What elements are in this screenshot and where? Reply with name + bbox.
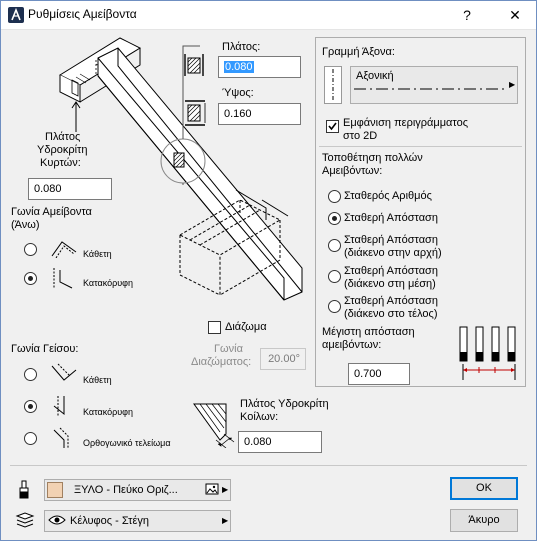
placement-gap-start-label-1: Σταθερή Απόσταση bbox=[344, 234, 438, 246]
material-name: ΞΥΛΟ - Πεύκο Οριζ... bbox=[74, 484, 178, 496]
width-input[interactable]: 0.080 bbox=[218, 56, 301, 78]
angle-vertical-label: Κατακόρυφη bbox=[83, 278, 134, 288]
valley-width-icon bbox=[193, 403, 235, 448]
chevron-right-icon: ▶ bbox=[509, 80, 516, 89]
panel-divider bbox=[319, 146, 522, 147]
angle-vertical-radio[interactable] bbox=[24, 272, 37, 285]
app-icon bbox=[8, 7, 24, 23]
axis-line-name: Αξονική bbox=[356, 70, 394, 82]
show-outline-checkbox[interactable] bbox=[326, 120, 339, 133]
help-button[interactable]: ? bbox=[446, 0, 488, 30]
placement-fixed-number-label: Σταθερός Αριθμός bbox=[344, 190, 432, 202]
placement-gap-end-label-2: (διάκενο στο τέλος) bbox=[344, 308, 438, 320]
placement-fixed-distance-radio[interactable] bbox=[328, 212, 341, 225]
width-label: Πλάτος: bbox=[222, 41, 261, 53]
chevron-right-icon: ▶ bbox=[222, 485, 229, 494]
gap-angle-input[interactable]: 20.00° bbox=[260, 348, 306, 370]
layer-name: Κέλυφος - Στέγη bbox=[70, 515, 149, 527]
rafter-spacing-icon bbox=[459, 326, 516, 380]
valley-width-label-1: Πλάτος Υδροκρίτη bbox=[240, 398, 329, 410]
paint-brush-icon bbox=[19, 480, 29, 499]
eave-square-label: Ορθογωνικό τελείωμα bbox=[83, 438, 171, 448]
cancel-button[interactable]: Άκυρο bbox=[450, 509, 518, 532]
placement-gap-middle-label-1: Σταθερή Απόσταση bbox=[344, 265, 438, 277]
width-icon bbox=[184, 54, 204, 76]
eave-vertical-icon bbox=[53, 396, 65, 416]
placement-gap-start-radio[interactable] bbox=[328, 239, 341, 252]
rafter-angle-title-2: (Άνω) bbox=[11, 219, 40, 231]
window-title: Ρυθμίσεις Αμείβοντα bbox=[28, 7, 137, 21]
vertical-angle-icon bbox=[53, 268, 73, 289]
eave-square-icon bbox=[53, 427, 69, 448]
placement-gap-end-radio[interactable] bbox=[328, 300, 341, 313]
curtain-width-input[interactable]: 0.080 bbox=[28, 178, 112, 200]
layers-icon bbox=[15, 512, 35, 528]
eave-square-radio[interactable] bbox=[24, 432, 37, 445]
axis-line-preview bbox=[354, 88, 506, 90]
curtain-width-label-1: Πλάτος bbox=[45, 131, 81, 143]
height-icon bbox=[185, 100, 206, 126]
gap-checkbox[interactable] bbox=[208, 321, 221, 334]
axis-line-title: Γραμμή Άξονα: bbox=[322, 46, 395, 58]
placement-title-1: Τοποθέτηση πολλών bbox=[322, 152, 423, 164]
eave-perpendicular-radio[interactable] bbox=[24, 368, 37, 381]
placement-gap-middle-label-2: (διάκενο στη μέση) bbox=[344, 278, 436, 290]
max-distance-input[interactable]: 0.700 bbox=[348, 363, 410, 385]
close-button[interactable]: ✕ bbox=[494, 0, 536, 30]
eave-vertical-label: Κατακόρυφη bbox=[83, 407, 134, 417]
rafter-angle-title-1: Γωνία Αμείβοντα bbox=[11, 206, 92, 218]
gap-label: Διάζωμα bbox=[225, 321, 267, 333]
chevron-right-icon: ▶ bbox=[222, 516, 229, 525]
material-swatch bbox=[47, 482, 63, 498]
eave-vertical-radio[interactable] bbox=[24, 400, 37, 413]
ok-button[interactable]: OK bbox=[450, 477, 518, 500]
valley-width-label-2: Κοίλων: bbox=[240, 411, 279, 423]
show-outline-label-2: στο 2D bbox=[343, 130, 378, 142]
width-value: 0.080 bbox=[224, 61, 254, 73]
angle-perpendicular-label: Κάθετη bbox=[83, 249, 112, 259]
valley-width-input[interactable]: 0.080 bbox=[238, 431, 322, 453]
axis-line-icon bbox=[324, 66, 342, 104]
gap-angle-label-2: Διαζώματος: bbox=[191, 356, 252, 368]
placement-fixed-number-radio[interactable] bbox=[328, 190, 341, 203]
material-image-icon bbox=[205, 483, 219, 495]
perpendicular-angle-icon bbox=[51, 241, 77, 258]
placement-gap-end-label-1: Σταθερή Απόσταση bbox=[344, 295, 438, 307]
placement-fixed-distance-label: Σταθερή Απόσταση bbox=[344, 212, 438, 224]
height-input[interactable]: 0.160 bbox=[218, 103, 301, 125]
curtain-width-label-3: Κυρτών: bbox=[40, 157, 81, 169]
placement-gap-start-label-2: (διάκενο στην αρχή) bbox=[344, 247, 442, 259]
eave-perpendicular-icon bbox=[51, 363, 77, 381]
height-label: Ύψος: bbox=[222, 87, 254, 99]
max-distance-label-1: Μέγιστη απόσταση bbox=[322, 326, 415, 338]
max-distance-label-2: αμειβόντων: bbox=[322, 339, 382, 351]
placement-gap-middle-radio[interactable] bbox=[328, 270, 341, 283]
placement-title-2: Αμειβόντων: bbox=[322, 165, 383, 177]
eave-angle-title: Γωνία Γείσου: bbox=[11, 343, 79, 355]
curtain-width-label-2: Υδροκρίτη bbox=[37, 144, 88, 156]
eave-perpendicular-label: Κάθετη bbox=[83, 375, 112, 385]
footer-divider bbox=[10, 465, 527, 466]
angle-perpendicular-radio[interactable] bbox=[24, 243, 37, 256]
gap-angle-label-1: Γωνία bbox=[214, 343, 243, 355]
show-outline-label-1: Εμφάνιση περιγράμματος bbox=[343, 117, 469, 129]
visible-eye-icon bbox=[48, 515, 66, 525]
